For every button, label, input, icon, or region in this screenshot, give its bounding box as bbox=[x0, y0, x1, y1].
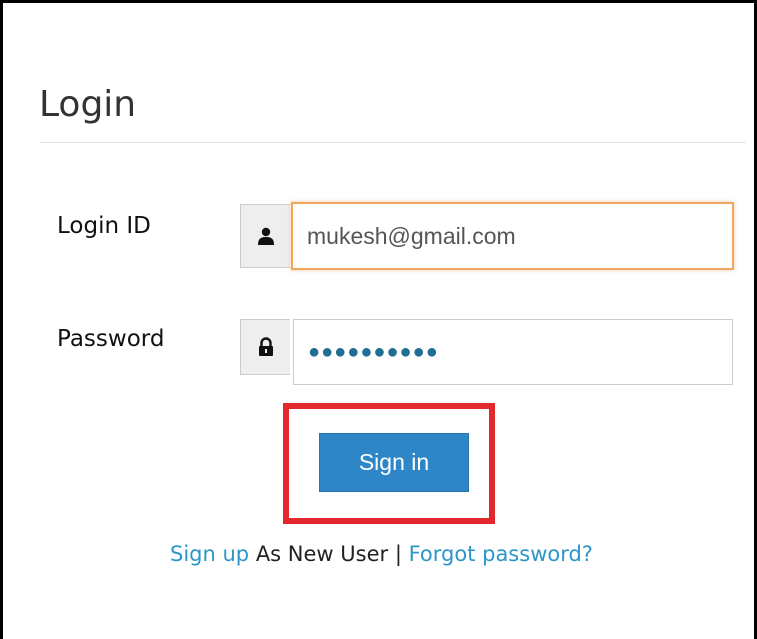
login-panel: Login Login ID mukesh@gmail.com Password… bbox=[0, 0, 757, 639]
title-divider bbox=[39, 142, 746, 143]
password-input[interactable]: ●●●●●●●●●● bbox=[293, 319, 733, 385]
login-id-input[interactable]: mukesh@gmail.com bbox=[291, 202, 734, 270]
footer-links: Sign up As New User | Forgot password? bbox=[3, 539, 757, 569]
lock-icon bbox=[240, 319, 290, 375]
as-new-user-text: As New User | bbox=[249, 542, 409, 566]
page-title: Login bbox=[39, 84, 137, 125]
password-label: Password bbox=[57, 326, 165, 352]
login-id-label: Login ID bbox=[57, 213, 151, 239]
sign-up-link[interactable]: Sign up bbox=[170, 542, 249, 566]
sign-in-button[interactable]: Sign in bbox=[319, 433, 469, 492]
forgot-password-link[interactable]: Forgot password? bbox=[409, 542, 593, 566]
user-icon bbox=[240, 204, 290, 268]
